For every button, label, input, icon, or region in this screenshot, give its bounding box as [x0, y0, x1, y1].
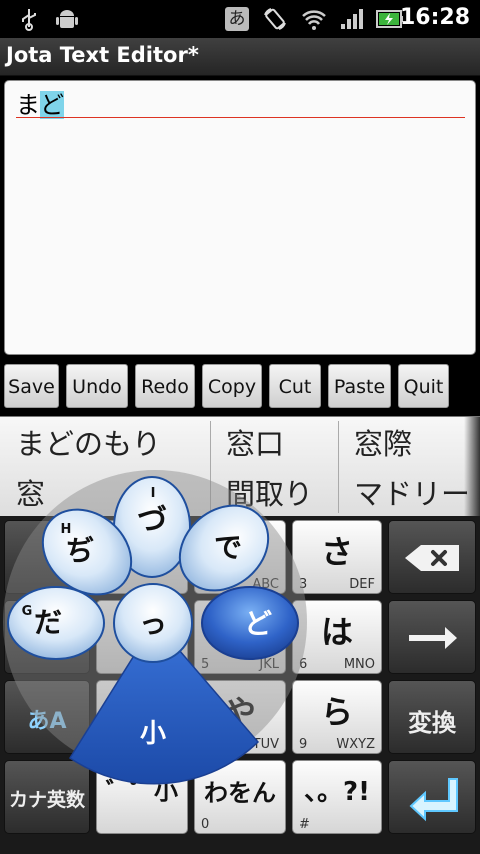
clock: 16:28 [399, 5, 470, 30]
status-bar: あ 16:28 [0, 0, 480, 38]
composing-text: ど [40, 91, 64, 119]
sa-key[interactable]: さ 3 DEF [292, 520, 382, 594]
title-bar: Jota Text Editor* [0, 38, 480, 76]
flick-down-label: 小 [140, 719, 166, 749]
app-title: Jota Text Editor* [6, 43, 199, 67]
wa-key-label: わをん [204, 779, 276, 807]
ra-key-label: ら [320, 693, 353, 731]
flick-upper-right-label: で [214, 531, 242, 564]
flick-center-label: っ [139, 607, 167, 640]
ra-key[interactable]: ら 9 WXYZ [292, 680, 382, 754]
signal-icon [339, 7, 365, 31]
sa-key-letters: DEF [349, 577, 375, 592]
wifi-icon [301, 7, 327, 31]
punctuation-key-num: # [299, 817, 310, 832]
kana-eisu-key[interactable]: カナ英数 [4, 760, 90, 834]
save-button[interactable]: Save [4, 364, 59, 408]
enter-icon [409, 778, 458, 822]
copy-button[interactable]: Copy [202, 364, 262, 408]
flick-right-label: ど [244, 607, 272, 640]
backspace-icon [405, 545, 459, 571]
candidate-scroll-fade [464, 417, 480, 517]
candidate-item[interactable]: 窓口 [226, 421, 284, 463]
candidate-item[interactable]: 窓 [16, 471, 45, 513]
rotation-icon [262, 7, 288, 31]
android-debug-icon [54, 7, 80, 31]
backspace-key[interactable] [388, 520, 476, 594]
editor-area: まど [0, 76, 480, 360]
sa-key-label: さ [320, 533, 353, 571]
punctuation-key-label: 、。?! [304, 777, 370, 807]
flick-left-label: だ [34, 606, 62, 639]
arrow-right-icon [409, 627, 457, 649]
flick-up-letter: I [151, 486, 156, 501]
ime-indicator: あ [225, 7, 249, 31]
text-underline [16, 117, 465, 118]
paste-button[interactable]: Paste [328, 364, 391, 408]
usb-icon [18, 7, 40, 31]
text-editor[interactable]: まど [4, 80, 476, 355]
wa-key-num: 0 [201, 817, 210, 832]
flick-up-label: づ [137, 503, 167, 538]
henkan-key[interactable]: 変換 [388, 680, 476, 754]
committed-text: ま [16, 91, 40, 119]
undo-button[interactable]: Undo [66, 364, 128, 408]
cut-button[interactable]: Cut [269, 364, 321, 408]
cursor-right-key[interactable] [388, 600, 476, 674]
candidate-item[interactable]: まどのもり [16, 421, 161, 463]
kana-eisu-label: カナ英数 [8, 789, 85, 811]
enter-key[interactable] [388, 760, 476, 834]
ha-key-letters: MNO [343, 657, 375, 672]
candidate-divider [338, 421, 339, 513]
toolbar: Save Undo Redo Copy Cut Paste Quit [0, 360, 480, 416]
flick-upper-left-label: ぢ [66, 534, 94, 567]
ra-key-letters: WXYZ [336, 737, 375, 752]
redo-button[interactable]: Redo [135, 364, 195, 408]
candidate-item[interactable]: マドリー [354, 471, 470, 513]
quit-button[interactable]: Quit [398, 364, 449, 408]
henkan-label: 変換 [408, 709, 456, 737]
candidate-item[interactable]: 窓際 [354, 421, 412, 463]
ra-key-num: 9 [299, 737, 308, 752]
punctuation-key[interactable]: 、。?! # [292, 760, 382, 834]
flick-left-letter: G [22, 604, 33, 619]
